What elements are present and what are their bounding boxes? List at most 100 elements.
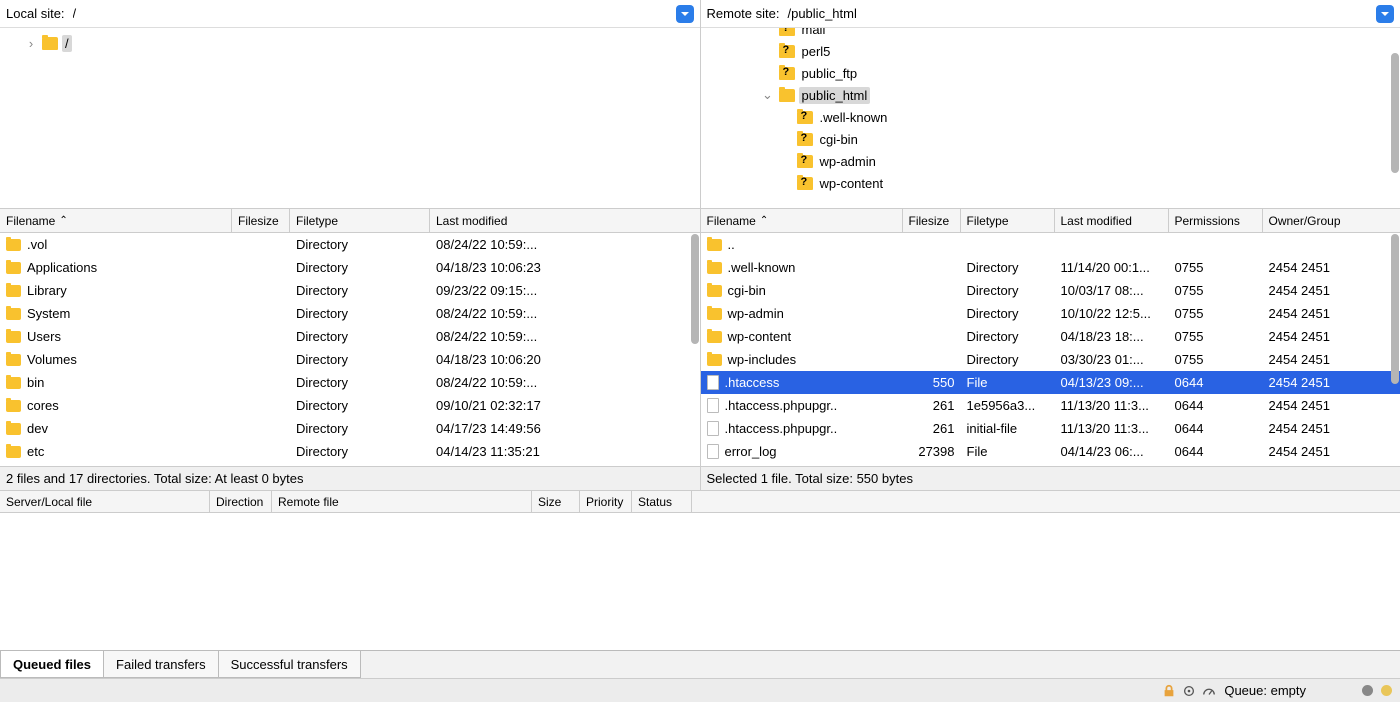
file-row[interactable]: SystemDirectory08/24/22 10:59:... — [0, 302, 700, 325]
tree-arrow-icon[interactable]: ⌄ — [761, 87, 775, 103]
local-site-dropdown[interactable] — [676, 5, 694, 23]
column-header[interactable]: Remote file — [272, 491, 532, 512]
remote-file-scrollbar[interactable] — [1390, 234, 1399, 465]
queue-header[interactable]: Server/Local fileDirectionRemote fileSiz… — [0, 491, 1400, 513]
file-row[interactable]: cgi-binDirectory10/03/17 08:...07552454 … — [701, 279, 1400, 302]
queue-tab[interactable]: Queued files — [0, 651, 104, 678]
tree-item[interactable]: perl5 — [701, 40, 1400, 62]
file-type: Directory — [290, 375, 430, 390]
tree-item[interactable]: wp-admin — [701, 150, 1400, 172]
tree-arrow-icon[interactable]: › — [24, 36, 38, 51]
remote-tree-scrollbar[interactable] — [1390, 53, 1399, 183]
local-tree[interactable]: ›/ — [0, 28, 700, 208]
file-row[interactable]: .volDirectory08/24/22 10:59:... — [0, 233, 700, 256]
file-size: 27398 — [903, 444, 961, 459]
queue-body[interactable] — [0, 513, 1400, 650]
file-row[interactable]: ApplicationsDirectory04/18/23 10:06:23 — [0, 256, 700, 279]
column-header[interactable]: Filetype — [290, 209, 430, 232]
file-icon — [707, 398, 719, 413]
local-site-input[interactable] — [69, 4, 676, 23]
file-row[interactable]: wp-includesDirectory03/30/23 01:...07552… — [701, 348, 1400, 371]
file-row[interactable]: wp-contentDirectory04/18/23 18:...075524… — [701, 325, 1400, 348]
tree-item-label: mail — [799, 28, 829, 38]
column-header[interactable]: Owner/Group — [1263, 209, 1363, 232]
file-row[interactable]: LibraryDirectory09/23/22 09:15:... — [0, 279, 700, 302]
file-row[interactable]: binDirectory08/24/22 10:59:... — [0, 371, 700, 394]
column-header[interactable]: Last modified — [430, 209, 690, 232]
file-owner: 2454 2451 — [1263, 306, 1363, 321]
file-modified: 04/17/23 14:49:56 — [430, 421, 690, 436]
file-row[interactable]: coresDirectory09/10/21 02:32:17 — [0, 394, 700, 417]
file-name: .htaccess — [725, 375, 780, 390]
file-row[interactable]: .. — [701, 233, 1400, 256]
file-name: .well-known — [728, 260, 796, 275]
status-dot-active — [1381, 685, 1392, 696]
gear-icon[interactable] — [1182, 684, 1196, 698]
tree-item[interactable]: ⌄public_html — [701, 84, 1400, 106]
folder-icon — [6, 377, 21, 389]
file-row[interactable]: devDirectory04/17/23 14:49:56 — [0, 417, 700, 440]
sort-asc-icon: ⌃ — [760, 215, 768, 226]
file-row[interactable]: wp-adminDirectory10/10/22 12:5...0755245… — [701, 302, 1400, 325]
remote-site-bar: Remote site: — [701, 0, 1400, 28]
file-owner: 2454 2451 — [1263, 352, 1363, 367]
remote-file-header[interactable]: Filename⌃FilesizeFiletypeLast modifiedPe… — [701, 209, 1400, 233]
file-owner: 2454 2451 — [1263, 398, 1363, 413]
column-header[interactable]: Filename⌃ — [0, 209, 232, 232]
tree-item[interactable]: wp-content — [701, 172, 1400, 194]
chevron-down-icon — [1380, 9, 1390, 19]
tree-item[interactable]: .well-known — [701, 106, 1400, 128]
local-file-list[interactable]: .volDirectory08/24/22 10:59:...Applicati… — [0, 233, 700, 466]
column-header[interactable]: Priority — [580, 491, 632, 512]
file-row[interactable]: error_log27398File04/14/23 06:...0644245… — [701, 440, 1400, 463]
tree-item[interactable]: public_ftp — [701, 62, 1400, 84]
remote-site-dropdown[interactable] — [1376, 5, 1394, 23]
column-header[interactable]: Last modified — [1055, 209, 1169, 232]
column-header[interactable]: Filename⌃ — [701, 209, 903, 232]
tree-item[interactable]: cgi-bin — [701, 128, 1400, 150]
local-file-scrollbar[interactable] — [690, 234, 699, 465]
remote-file-list[interactable]: ...well-knownDirectory11/14/20 00:1...07… — [701, 233, 1400, 466]
file-type: Directory — [290, 352, 430, 367]
file-row[interactable]: .well-knownDirectory11/14/20 00:1...0755… — [701, 256, 1400, 279]
remote-site-input[interactable] — [783, 4, 1376, 23]
remote-file-pane: Filename⌃FilesizeFiletypeLast modifiedPe… — [701, 209, 1400, 490]
folder-unknown-icon — [797, 155, 813, 168]
file-modified: 10/03/17 08:... — [1055, 283, 1169, 298]
local-file-pane: Filename⌃FilesizeFiletypeLast modified .… — [0, 209, 701, 490]
remote-tree[interactable]: mail perl5public_ftp⌄public_html .well-kno… — [701, 28, 1400, 208]
file-type: Directory — [961, 283, 1055, 298]
remote-pane: Remote site: mail perl5public_ftp⌄public_… — [701, 0, 1400, 208]
column-header[interactable]: Direction — [210, 491, 272, 512]
file-type: Directory — [290, 283, 430, 298]
column-header[interactable]: Permissions — [1169, 209, 1263, 232]
queue-tabs: Queued filesFailed transfersSuccessful t… — [0, 650, 1400, 678]
file-permissions: 0644 — [1169, 444, 1263, 459]
file-row[interactable]: etcDirectory04/14/23 11:35:21 — [0, 440, 700, 463]
column-header[interactable]: Filesize — [903, 209, 961, 232]
file-row[interactable]: UsersDirectory08/24/22 10:59:... — [0, 325, 700, 348]
speed-icon[interactable] — [1202, 684, 1216, 698]
file-permissions: 0755 — [1169, 306, 1263, 321]
local-file-header[interactable]: Filename⌃FilesizeFiletypeLast modified — [0, 209, 700, 233]
file-permissions: 0644 — [1169, 421, 1263, 436]
column-header[interactable]: Filesize — [232, 209, 290, 232]
tree-item-label: .well-known — [817, 109, 891, 126]
column-header[interactable]: Filetype — [961, 209, 1055, 232]
tree-item[interactable]: ›/ — [0, 32, 700, 54]
column-header[interactable]: Size — [532, 491, 580, 512]
column-header[interactable]: Server/Local file — [0, 491, 210, 512]
file-row[interactable]: .htaccess.phpupgr..261initial-file11/13/… — [701, 417, 1400, 440]
queue-tab[interactable]: Successful transfers — [218, 651, 361, 678]
folder-unknown-icon — [779, 28, 795, 36]
column-header[interactable]: Status — [632, 491, 692, 512]
file-row[interactable]: VolumesDirectory04/18/23 10:06:20 — [0, 348, 700, 371]
local-site-label: Local site: — [6, 6, 65, 21]
file-row[interactable]: .htaccess550File04/13/23 09:...06442454 … — [701, 371, 1400, 394]
file-type: Directory — [290, 329, 430, 344]
file-row[interactable]: .htaccess.phpupgr..2611e5956a3...11/13/2… — [701, 394, 1400, 417]
file-modified: 09/23/22 09:15:... — [430, 283, 690, 298]
queue-tab[interactable]: Failed transfers — [103, 651, 219, 678]
tree-item[interactable]: mail — [701, 28, 1400, 40]
file-modified: 04/14/23 11:35:21 — [430, 444, 690, 459]
